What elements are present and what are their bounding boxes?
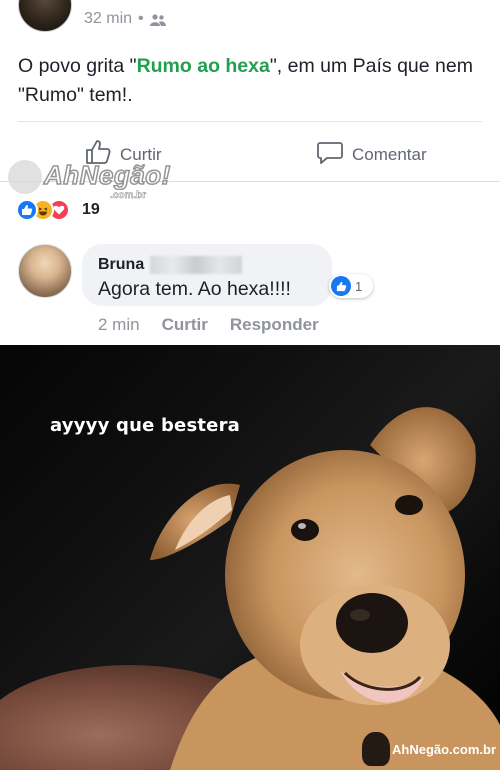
watermark-subtext: .com.br: [110, 190, 147, 202]
post-timestamp[interactable]: 32 min: [84, 10, 132, 28]
comment-bubble-icon: [316, 138, 344, 171]
meme-logo-text: AhNegão.com.br: [392, 742, 497, 757]
comment-author[interactable]: Bruna: [98, 256, 144, 274]
comment-like-count: 1: [355, 278, 363, 294]
comment-bubble: Bruna Agora tem. Ao hexa!!!!: [82, 244, 332, 306]
post-text: O povo grita "Rumo ao hexa", em um País …: [18, 52, 488, 110]
poster-avatar[interactable]: [18, 0, 72, 32]
post-text-before: O povo grita ": [18, 55, 137, 77]
dog-illustration: [150, 407, 500, 770]
comment-button-label: Comentar: [352, 144, 427, 164]
comment-actions: 2 min Curtir Responder: [98, 315, 319, 335]
like-reaction-icon: [16, 199, 38, 221]
comment-reply-link[interactable]: Responder: [230, 315, 319, 335]
post-meta: 32 min •: [84, 10, 166, 28]
reactions-summary[interactable]: 19: [16, 198, 100, 222]
post-header: 32 min •: [0, 0, 500, 40]
comment-reaction-badge[interactable]: 1: [329, 274, 373, 298]
meme-image[interactable]: ayyyy que bestera AhNegão.com.br: [0, 345, 500, 770]
author-name-redaction: [150, 256, 242, 274]
post-text-highlight: Rumo ao hexa: [136, 55, 270, 77]
reaction-count: 19: [82, 201, 100, 218]
logo-face-icon: [362, 732, 390, 766]
meme-caption: ayyyy que bestera: [50, 415, 241, 436]
meta-separator: •: [138, 10, 144, 27]
comment-timestamp[interactable]: 2 min: [98, 315, 140, 335]
comment-like-link[interactable]: Curtir: [162, 315, 208, 335]
comment-text: Agora tem. Ao hexa!!!!: [98, 278, 291, 300]
comment-button[interactable]: Comentar: [316, 138, 427, 171]
watermark-text: AhNegão!: [43, 159, 171, 191]
watermark-face-icon: [8, 160, 42, 194]
friends-icon[interactable]: [149, 13, 166, 26]
meme-watermark-logo: AhNegão.com.br: [358, 730, 500, 770]
commenter-avatar[interactable]: [18, 244, 72, 298]
like-reaction-icon: [331, 276, 351, 296]
